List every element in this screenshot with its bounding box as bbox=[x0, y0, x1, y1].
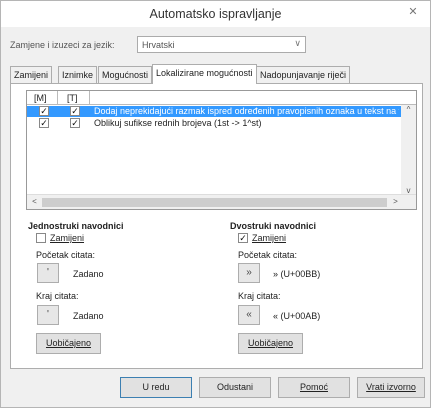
single-quotes-end-value: Zadano bbox=[73, 311, 104, 321]
row-m-checkbox[interactable]: ✓ bbox=[39, 106, 49, 116]
column-header-t[interactable]: [T] bbox=[67, 93, 78, 103]
title-bar: Automatsko ispravljanje ✕ bbox=[1, 1, 430, 27]
close-icon[interactable]: ✕ bbox=[404, 5, 422, 20]
row-label: Oblikuj sufikse rednih brojeva (1st -> 1… bbox=[94, 118, 262, 128]
single-quotes-title: Jednostruki navodnici bbox=[28, 221, 124, 231]
tab-exceptions[interactable]: Iznimke bbox=[58, 66, 98, 83]
double-quotes-end-label: Kraj citata: bbox=[238, 291, 281, 301]
column-divider bbox=[89, 91, 90, 104]
double-quotes-end-value: « (U+00AB) bbox=[273, 311, 321, 321]
tab-replace[interactable]: Zamijeni bbox=[10, 66, 53, 83]
double-quotes-end-button[interactable]: « bbox=[238, 305, 260, 325]
column-header-m[interactable]: [M] bbox=[34, 93, 47, 103]
single-quotes-start-label: Početak citata: bbox=[36, 250, 96, 260]
single-quotes-end-button[interactable]: ' bbox=[37, 305, 59, 325]
row-label: Dodaj neprekidajući razmak ispred određe… bbox=[94, 106, 399, 116]
scroll-up-icon[interactable]: ^ bbox=[401, 105, 416, 114]
double-quotes-default-button[interactable]: Uobičajeno bbox=[238, 333, 303, 354]
list-header: [M] [T] bbox=[27, 91, 416, 105]
dialog-title: Automatsko ispravljanje bbox=[149, 7, 282, 21]
row-t-checkbox[interactable]: ✓ bbox=[70, 118, 80, 128]
single-quotes-replace-checkbox[interactable] bbox=[36, 233, 46, 243]
language-select[interactable]: Hrvatski ∨ bbox=[137, 36, 306, 53]
double-quotes-title: Dvostruki navodnici bbox=[230, 221, 317, 231]
help-button[interactable]: Pomoć bbox=[278, 377, 350, 398]
double-quotes-start-value: » (U+00BB) bbox=[273, 269, 321, 279]
double-quotes-start-button[interactable]: » bbox=[238, 263, 260, 283]
double-quotes-replace-label: Zamijeni bbox=[252, 233, 287, 243]
localized-options-list[interactable]: [M] [T] ✓ ✓ Dodaj neprekidajući razmak i… bbox=[26, 90, 417, 210]
scroll-left-icon[interactable]: < bbox=[27, 197, 42, 206]
reset-button[interactable]: Vrati izvorno bbox=[357, 377, 425, 398]
row-m-checkbox[interactable]: ✓ bbox=[39, 118, 49, 128]
horizontal-scroll-thumb[interactable] bbox=[42, 198, 387, 207]
tab-localized-options[interactable]: Lokalizirane mogućnosti bbox=[152, 64, 257, 84]
language-selected-value: Hrvatski bbox=[142, 40, 175, 50]
single-quotes-start-value: Zadano bbox=[73, 269, 104, 279]
list-item[interactable]: ✓ ✓ Dodaj neprekidajući razmak ispred od… bbox=[27, 106, 401, 117]
vertical-scrollbar[interactable]: ^ v bbox=[401, 105, 416, 195]
single-quotes-replace-label: Zamijeni bbox=[50, 233, 85, 243]
list-item[interactable]: ✓ ✓ Oblikuj sufikse rednih brojeva (1st … bbox=[27, 118, 401, 129]
double-quotes-start-label: Početak citata: bbox=[238, 250, 298, 260]
tab-word-completion[interactable]: Nadopunjavanje riječi bbox=[256, 66, 351, 83]
cancel-button[interactable]: Odustani bbox=[199, 377, 271, 398]
scroll-right-icon[interactable]: > bbox=[388, 197, 403, 206]
single-quotes-default-button[interactable]: Uobičajeno bbox=[36, 333, 101, 354]
column-divider bbox=[57, 91, 58, 104]
autocorrect-dialog: Automatsko ispravljanje ✕ Zamjene i izuz… bbox=[0, 0, 431, 408]
chevron-down-icon: ∨ bbox=[294, 38, 301, 48]
ok-button[interactable]: U redu bbox=[120, 377, 192, 398]
language-label: Zamjene i izuzeci za jezik: bbox=[10, 40, 115, 50]
horizontal-scrollbar[interactable]: < > bbox=[27, 194, 416, 209]
double-quotes-replace-checkbox[interactable]: ✓ bbox=[238, 233, 248, 243]
row-t-checkbox[interactable]: ✓ bbox=[70, 106, 80, 116]
single-quotes-end-label: Kraj citata: bbox=[36, 291, 79, 301]
tab-options[interactable]: Mogućnosti bbox=[98, 66, 153, 83]
single-quotes-start-button[interactable]: ' bbox=[37, 263, 59, 283]
